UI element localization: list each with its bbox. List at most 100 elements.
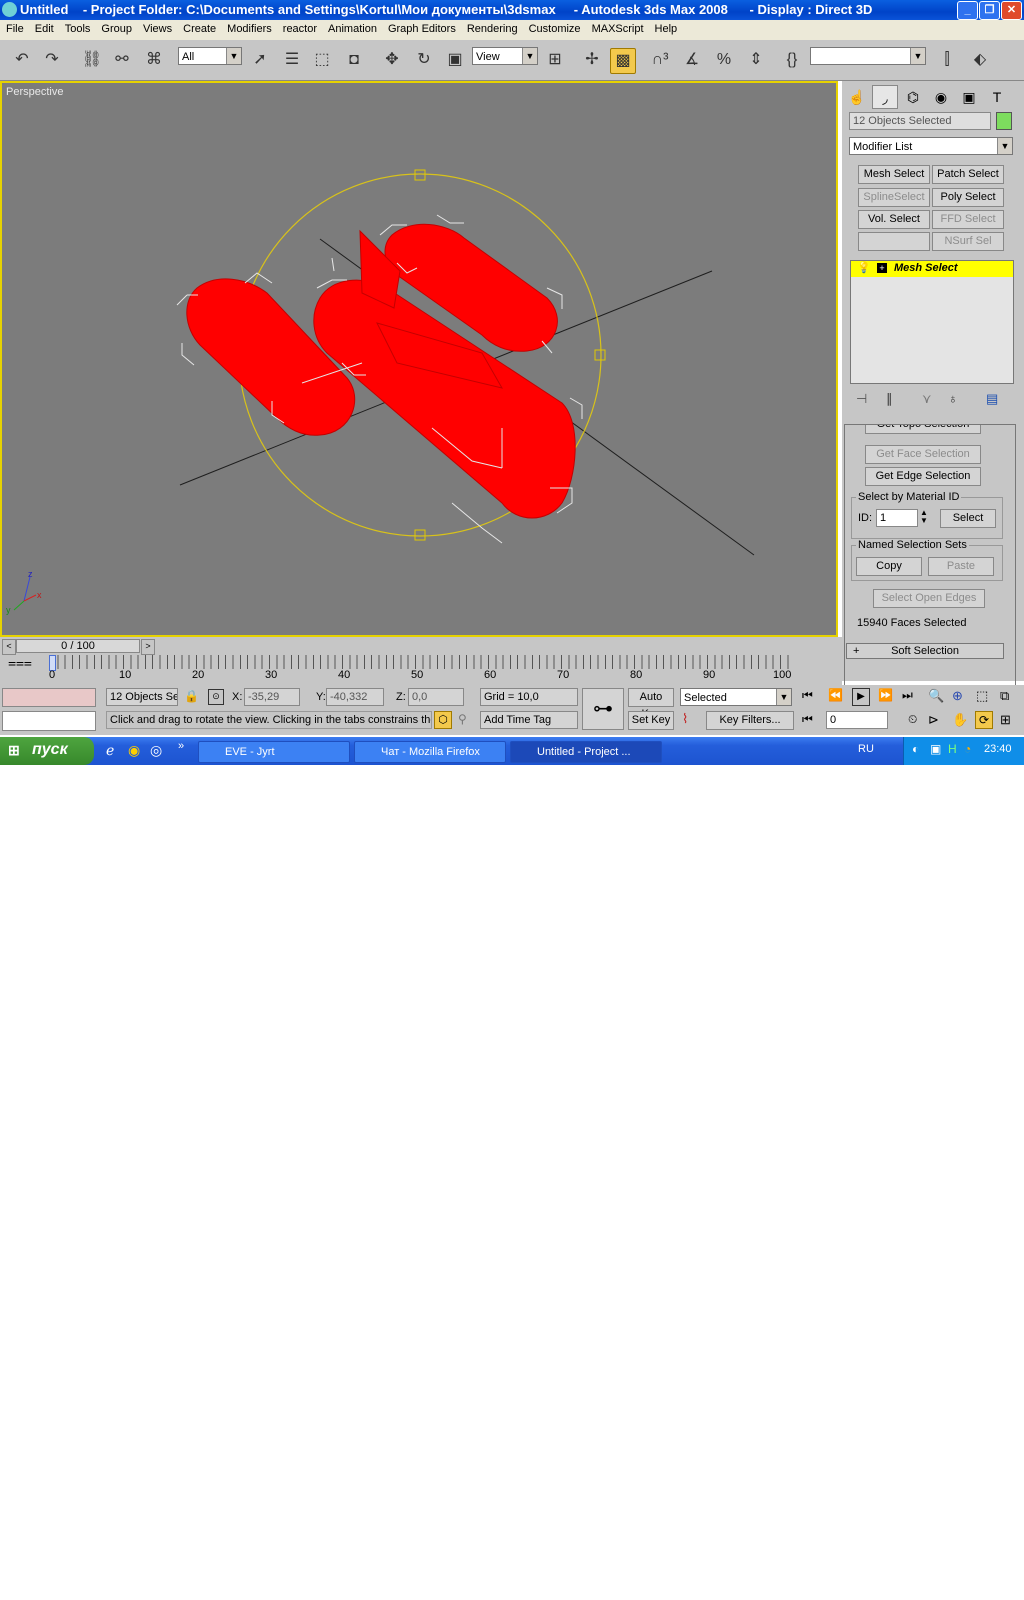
rect-selection-icon[interactable]: ⬚ bbox=[310, 48, 334, 72]
field-of-view-icon[interactable]: ⊳ bbox=[928, 712, 939, 728]
zoom-extents-all-icon[interactable]: ⧉ bbox=[1000, 688, 1009, 704]
patch-select-button[interactable]: Patch Select bbox=[932, 165, 1004, 184]
poly-select-button[interactable]: Poly Select bbox=[932, 188, 1004, 207]
empty-modifier-button[interactable] bbox=[858, 232, 930, 251]
menu-modifiers[interactable]: Modifiers bbox=[221, 20, 277, 35]
reference-coordinate-dropdown[interactable]: View ▼ bbox=[472, 47, 538, 65]
material-id-spinner[interactable]: 1 bbox=[876, 509, 918, 527]
get-edge-selection-button[interactable]: Get Edge Selection bbox=[865, 467, 981, 486]
select-open-edges-button[interactable]: Select Open Edges bbox=[873, 589, 985, 608]
play-icon[interactable]: ▶ bbox=[852, 688, 870, 706]
get-topo-selection-button[interactable]: Get Topo Selection bbox=[865, 425, 981, 434]
menu-tools[interactable]: Tools bbox=[59, 20, 96, 35]
x-coordinate-field[interactable]: -35,29 bbox=[244, 688, 300, 706]
current-frame-field[interactable]: 0 bbox=[826, 711, 888, 729]
mirror-icon[interactable]: ⫿ bbox=[935, 48, 959, 72]
select-object-icon[interactable]: ➚ bbox=[248, 48, 272, 72]
paste-button[interactable]: Paste bbox=[928, 557, 994, 576]
modifier-list-dropdown[interactable]: Modifier List ▼ bbox=[849, 137, 1013, 155]
edit-named-selection-icon[interactable]: {} bbox=[780, 48, 804, 72]
menu-rendering[interactable]: Rendering bbox=[461, 20, 523, 35]
start-button[interactable]: ⊞ пуск bbox=[0, 737, 94, 765]
pan-icon[interactable]: ✋ bbox=[952, 712, 968, 728]
selection-lock-icon[interactable]: 🔒 bbox=[184, 689, 199, 703]
utilities-tab-icon[interactable]: T bbox=[984, 85, 1010, 109]
create-tab-icon[interactable]: ☝ bbox=[844, 85, 870, 109]
key-mode-toggle-icon[interactable]: ⏮ bbox=[802, 712, 813, 727]
tray-icon[interactable]: ◔ bbox=[964, 742, 971, 756]
select-by-id-button[interactable]: Select bbox=[940, 509, 996, 528]
tray-icon[interactable]: ◐ bbox=[912, 742, 919, 756]
minimize-button[interactable]: _ bbox=[957, 1, 978, 20]
time-tag-icon[interactable]: ⚲ bbox=[458, 712, 467, 726]
redo-icon[interactable]: ↷ bbox=[40, 48, 64, 72]
tray-icon[interactable]: ▣ bbox=[930, 742, 941, 756]
copy-button[interactable]: Copy bbox=[856, 557, 922, 576]
prev-frame-icon[interactable]: ⏪ bbox=[828, 688, 843, 702]
quicklaunch-browser-icon[interactable]: ◎ bbox=[150, 742, 162, 759]
window-crossing-icon[interactable]: ◘ bbox=[342, 48, 366, 72]
default-tangents-icon[interactable]: ⌇ bbox=[682, 711, 688, 727]
quicklaunch-media-icon[interactable]: ◉ bbox=[128, 742, 140, 759]
configure-sets-icon[interactable]: ▤ bbox=[986, 391, 998, 407]
set-key-button[interactable]: Set Key bbox=[628, 711, 674, 730]
named-selection-dropdown[interactable]: ▼ bbox=[810, 47, 926, 65]
menu-customize[interactable]: Customize bbox=[523, 20, 586, 35]
modifier-stack[interactable]: 💡 + Mesh Select bbox=[850, 260, 1014, 384]
expand-plus-icon[interactable]: + bbox=[877, 263, 887, 273]
rotate-icon[interactable]: ↻ bbox=[412, 48, 436, 72]
time-prev-arrow-icon[interactable]: < bbox=[2, 639, 16, 655]
goto-end-icon[interactable]: ⏭ bbox=[902, 688, 913, 703]
menu-help[interactable]: Help bbox=[649, 20, 683, 35]
next-frame-icon[interactable]: ⏩ bbox=[878, 688, 893, 702]
track-bar[interactable]: ⩶ 0 10 20 30 40 50 60 70 80 90 100 bbox=[0, 654, 842, 685]
add-time-tag-field[interactable]: Add Time Tag bbox=[480, 711, 578, 729]
maxscript-listener-pink[interactable] bbox=[2, 688, 96, 707]
tray-icon[interactable]: H bbox=[948, 742, 957, 756]
absolute-mode-icon[interactable]: ⊙ bbox=[208, 689, 224, 705]
mini-curve-editor-icon[interactable]: ⩶ bbox=[8, 654, 32, 671]
track-ruler[interactable] bbox=[50, 655, 790, 669]
maximize-button[interactable]: ❐ bbox=[979, 1, 1000, 20]
mesh-select-button[interactable]: Mesh Select bbox=[858, 165, 930, 184]
make-unique-icon[interactable]: ⋎ bbox=[922, 391, 932, 407]
time-next-arrow-icon[interactable]: > bbox=[141, 639, 155, 655]
menu-edit[interactable]: Edit bbox=[29, 20, 59, 35]
spinner-snap-icon[interactable]: ⇕ bbox=[744, 48, 768, 72]
quicklaunch-more-icon[interactable]: » bbox=[178, 740, 184, 752]
parameters-rollout[interactable]: Get Topo Selection Get Face Selection Ge… bbox=[844, 424, 1016, 719]
menu-views[interactable]: Views bbox=[137, 20, 177, 35]
task-firefox[interactable]: Чат - Mozilla Firefox bbox=[354, 741, 506, 763]
hierarchy-tab-icon[interactable]: ⌬ bbox=[900, 85, 926, 109]
viewport-scene[interactable]: z y x bbox=[2, 83, 836, 635]
zoom-icon[interactable]: 🔍 bbox=[928, 688, 944, 704]
vol-select-button[interactable]: Vol. Select bbox=[858, 210, 930, 229]
percent-snap-icon[interactable]: % bbox=[712, 48, 736, 72]
auto-key-button[interactable]: Auto Key bbox=[628, 688, 674, 720]
pin-stack-icon[interactable]: ⊣ bbox=[856, 391, 867, 407]
set-key-icon[interactable]: ⊶ bbox=[582, 688, 624, 730]
selection-filter-dropdown[interactable]: All ▼ bbox=[178, 47, 242, 65]
object-color-swatch[interactable] bbox=[996, 112, 1012, 130]
unlink-icon[interactable]: ⚯ bbox=[110, 48, 134, 72]
selection-cube-icon[interactable]: ⬡ bbox=[434, 711, 452, 729]
keyboard-shortcut-override-icon[interactable]: ▩ bbox=[610, 48, 636, 74]
key-mode-dropdown[interactable]: Selected ▼ bbox=[680, 688, 792, 706]
motion-tab-icon[interactable]: ◉ bbox=[928, 85, 954, 109]
maxscript-listener-white[interactable] bbox=[2, 711, 96, 731]
move-icon[interactable]: ✥ bbox=[380, 48, 404, 72]
menu-create[interactable]: Create bbox=[177, 20, 221, 35]
zoom-extents-icon[interactable]: ⬚ bbox=[976, 688, 988, 704]
scale-icon[interactable]: ▣ bbox=[443, 48, 467, 72]
language-indicator[interactable]: RU bbox=[858, 743, 874, 755]
modify-tab-icon[interactable]: ◞ bbox=[872, 85, 898, 109]
quicklaunch-ie-icon[interactable]: ℯ bbox=[106, 742, 114, 759]
menu-group[interactable]: Group bbox=[95, 20, 137, 35]
align-icon[interactable]: ⬖ bbox=[968, 48, 992, 72]
zoom-all-icon[interactable]: ⊕ bbox=[952, 688, 963, 704]
spline-select-button[interactable]: SplineSelect bbox=[858, 188, 930, 207]
menu-animation[interactable]: Animation bbox=[322, 20, 382, 35]
goto-start-icon[interactable]: ⏮ bbox=[802, 688, 813, 703]
get-face-selection-button[interactable]: Get Face Selection bbox=[865, 445, 981, 464]
select-by-name-icon[interactable]: ☰ bbox=[280, 48, 304, 72]
